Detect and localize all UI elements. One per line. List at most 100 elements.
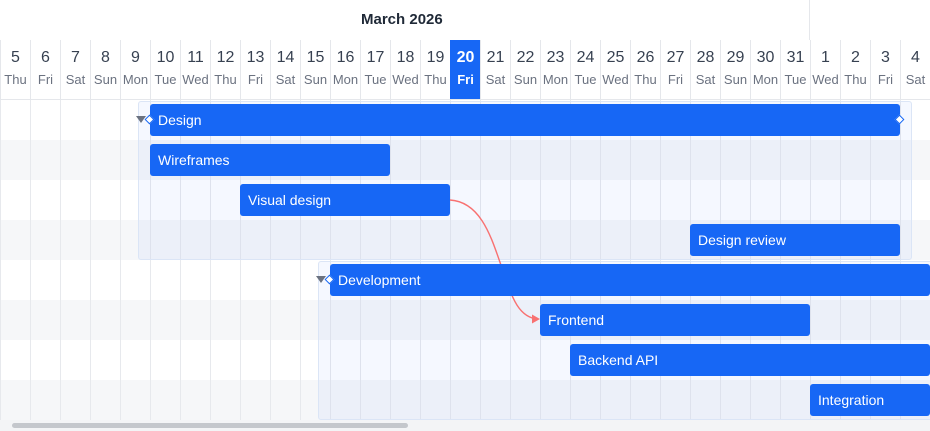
day-header: 4 Sat (900, 40, 930, 99)
day-number: 14 (276, 49, 295, 66)
day-header: 31 Tue (780, 40, 810, 99)
day-weekday: Wed (602, 72, 629, 87)
task-label: Design (158, 112, 202, 128)
day-weekday: Tue (784, 72, 807, 87)
day-weekday: Tue (574, 72, 597, 87)
task-bar-frontend[interactable]: Frontend (540, 304, 810, 336)
day-weekday: Sat (485, 72, 506, 87)
day-weekday: Mon (542, 72, 569, 87)
day-header: 28 Sat (690, 40, 720, 99)
day-header: 21 Sat (480, 40, 510, 99)
task-bar-visual-design[interactable]: Visual design (240, 184, 450, 216)
day-number: 10 (156, 49, 175, 66)
day-number: 7 (71, 49, 80, 66)
day-header: 11 Wed (180, 40, 210, 99)
day-weekday: Sun (723, 72, 748, 87)
day-header: 26 Thu (630, 40, 660, 99)
task-label: Integration (818, 392, 885, 408)
day-number: 6 (41, 49, 50, 66)
task-bar-design[interactable]: Design (150, 104, 900, 136)
day-weekday: Mon (332, 72, 359, 87)
day-header: 22 Sun (510, 40, 540, 99)
day-number: 21 (486, 49, 505, 66)
task-label: Wireframes (158, 152, 230, 168)
day-header: 2 Thu (840, 40, 870, 99)
day-number: 24 (576, 49, 595, 66)
task-label: Design review (698, 232, 786, 248)
day-number: 11 (187, 49, 204, 66)
day-weekday: Sun (303, 72, 328, 87)
task-label: Development (338, 272, 421, 288)
day-weekday: Thu (424, 72, 447, 87)
task-label: Frontend (548, 312, 605, 328)
month-label: March 2026 (361, 11, 443, 28)
task-bar-design-review[interactable]: Design review (690, 224, 900, 256)
day-header: 23 Mon (540, 40, 570, 99)
day-number: 13 (246, 49, 265, 66)
day-header: 29 Sun (720, 40, 750, 99)
day-number: 16 (336, 49, 355, 66)
grid-column-line (30, 100, 31, 420)
day-header: 27 Fri (660, 40, 690, 99)
day-weekday: Sun (513, 72, 538, 87)
day-header: 19 Thu (420, 40, 450, 99)
month-divider (809, 0, 810, 40)
day-number: 5 (11, 49, 20, 66)
task-bar-wireframes[interactable]: Wireframes (150, 144, 390, 176)
day-header-today: 20 Fri (450, 40, 480, 99)
day-weekday: Sat (65, 72, 86, 87)
grid-column-line (60, 100, 61, 420)
day-number: 29 (726, 49, 745, 66)
day-number: 31 (786, 49, 805, 66)
day-header: 7 Sat (60, 40, 90, 99)
day-weekday: Sat (695, 72, 716, 87)
day-weekday: Thu (844, 72, 867, 87)
day-weekday: Tue (364, 72, 387, 87)
day-weekday: Fri (247, 72, 264, 87)
day-number: 1 (821, 49, 830, 66)
day-number: 20 (456, 49, 475, 66)
day-number: 2 (851, 49, 860, 66)
task-bar-development[interactable]: Development (330, 264, 930, 296)
day-number: 17 (366, 49, 385, 66)
day-number: 18 (396, 49, 415, 66)
day-header: 24 Tue (570, 40, 600, 99)
day-header: 25 Wed (600, 40, 630, 99)
day-weekday: Wed (392, 72, 419, 87)
day-weekday: Thu (634, 72, 657, 87)
day-header: 17 Tue (360, 40, 390, 99)
day-number: 25 (606, 49, 625, 66)
day-number: 12 (216, 49, 235, 66)
day-weekday: Wed (182, 72, 209, 87)
day-weekday: Fri (667, 72, 684, 87)
day-number: 3 (881, 49, 890, 66)
day-number: 15 (306, 49, 325, 66)
day-header: 1 Wed (810, 40, 840, 99)
day-weekday: Mon (752, 72, 779, 87)
day-header: 9 Mon (120, 40, 150, 99)
grid-column-line (90, 100, 91, 420)
day-number: 19 (426, 49, 445, 66)
day-header: 10 Tue (150, 40, 180, 99)
grid-column-line (0, 100, 1, 420)
day-weekday: Thu (214, 72, 237, 87)
day-weekday: Wed (812, 72, 839, 87)
task-bar-integration[interactable]: Integration (810, 384, 930, 416)
day-header: 30 Mon (750, 40, 780, 99)
day-header-row: 5 Thu 6 Fri 7 Sat 8 Sun 9 Mon 10 Tue 11 Wed 12 Thu 13 Fri… (0, 40, 930, 99)
day-number: 26 (636, 49, 655, 66)
day-header: 5 Thu (0, 40, 30, 99)
month-header: March 2026 (0, 0, 930, 40)
day-header: 13 Fri (240, 40, 270, 99)
day-weekday: Fri (37, 72, 54, 87)
task-label: Backend API (578, 352, 659, 368)
task-bar-backend-api[interactable]: Backend API (570, 344, 930, 376)
day-weekday: Sat (905, 72, 926, 87)
day-header: 14 Sat (270, 40, 300, 99)
day-number: 8 (101, 49, 110, 66)
day-weekday: Fri (457, 72, 474, 87)
day-header: 18 Wed (390, 40, 420, 99)
horizontal-scrollbar[interactable] (0, 420, 930, 431)
day-header: 8 Sun (90, 40, 120, 99)
scrollbar-thumb[interactable] (12, 423, 408, 428)
